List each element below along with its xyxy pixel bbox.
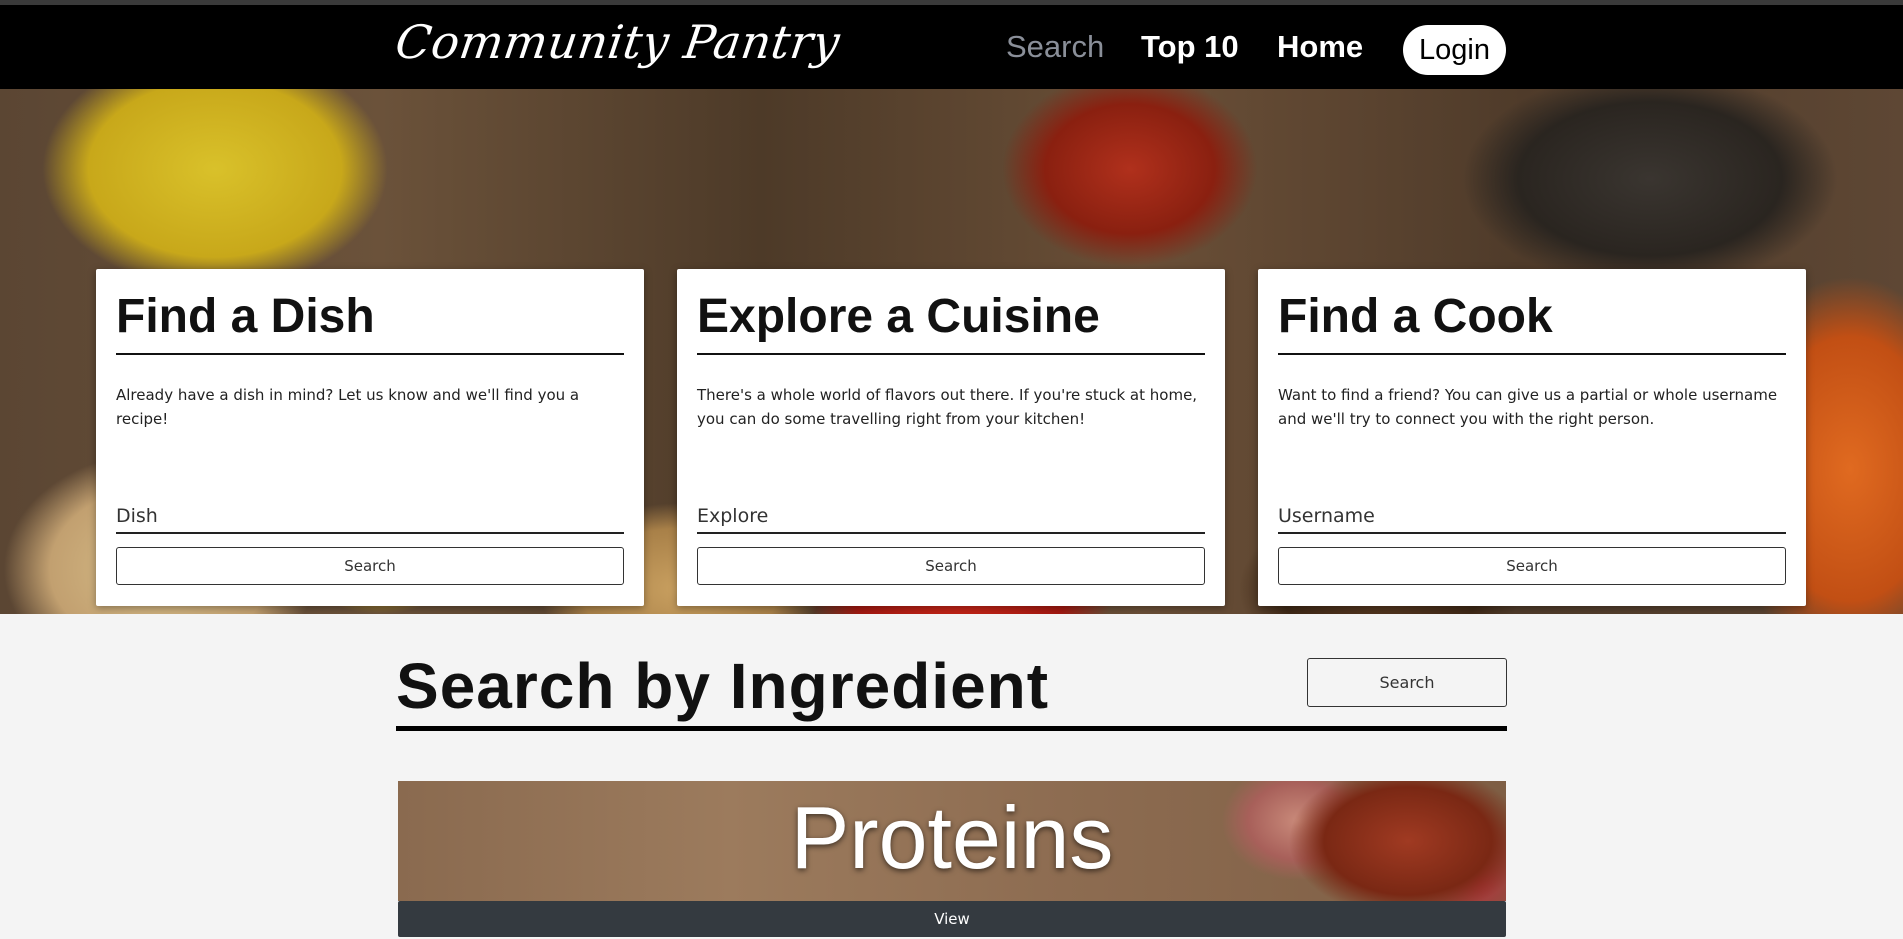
ingredient-search-button[interactable]: Search [1307,658,1507,707]
explore-input[interactable] [697,499,1205,534]
card-description: Already have a dish in mind? Let us know… [116,386,580,428]
explore-search-button[interactable]: Search [697,547,1205,585]
proteins-view-button[interactable]: View [398,901,1506,937]
hero-banner: Find a Dish Already have a dish in mind?… [0,89,1903,614]
card-description: There's a whole world of flavors out the… [697,386,1198,428]
nav-home-link[interactable]: Home [1277,29,1363,65]
dish-input[interactable] [116,499,624,534]
username-input[interactable] [1278,499,1786,534]
section-divider [396,726,1507,731]
login-button[interactable]: Login [1403,25,1506,75]
proteins-category-banner: Proteins [398,781,1506,901]
find-cook-card: Find a Cook Want to find a friend? You c… [1258,269,1806,606]
nav-search-link[interactable]: Search [1006,29,1104,65]
nav-top10-link[interactable]: Top 10 [1141,29,1239,65]
find-dish-card: Find a Dish Already have a dish in mind?… [96,269,644,606]
category-label: Proteins [790,788,1114,887]
card-title: Find a Dish [116,289,624,355]
card-description: Want to find a friend? You can give us a… [1278,386,1778,428]
ingredient-section-title: Search by Ingredient [396,650,1050,722]
explore-cuisine-card: Explore a Cuisine There's a whole world … [677,269,1225,606]
username-search-button[interactable]: Search [1278,547,1786,585]
card-title: Explore a Cuisine [697,289,1205,355]
navbar: Community Pantry Search Top 10 Home Logi… [0,5,1903,89]
dish-search-button[interactable]: Search [116,547,624,585]
brand-logo[interactable]: Community Pantry [392,15,843,69]
card-title: Find a Cook [1278,289,1786,355]
